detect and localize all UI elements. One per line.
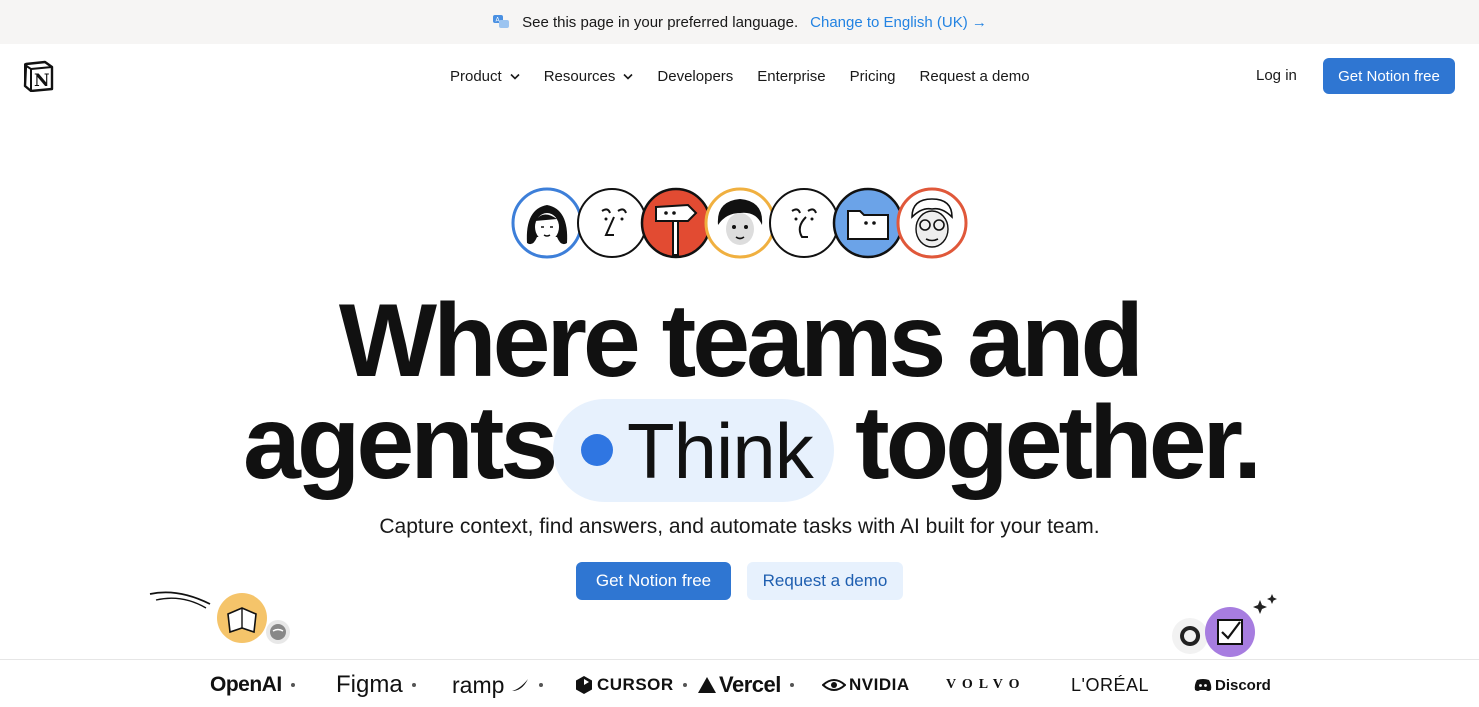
think-word: Think xyxy=(627,407,814,495)
nav-links: Product Resources Developers Enterprise … xyxy=(450,44,1030,108)
hero-subtitle: Capture context, find answers, and autom… xyxy=(379,515,1100,538)
vercel-triangle-icon xyxy=(698,677,716,693)
logo-vercel: Vercel xyxy=(697,672,794,698)
hero-headline-agents: agents xyxy=(243,385,558,501)
discord-mark-icon xyxy=(1194,679,1212,691)
notion-logo-icon[interactable]: N xyxy=(23,60,54,92)
avatar-line-face-icon xyxy=(577,188,647,258)
get-notion-free-button[interactable]: Get Notion free xyxy=(1323,58,1455,94)
nav-item-label: Product xyxy=(450,67,502,85)
cursor-mark-icon xyxy=(576,676,592,694)
change-language-link[interactable]: Change to English (UK) → xyxy=(810,14,987,31)
language-banner: A See this page in your preferred langua… xyxy=(0,0,1479,44)
think-dot-icon xyxy=(581,434,613,466)
avatar-glasses-man-icon xyxy=(896,187,968,259)
nav-item-label: Developers xyxy=(657,67,734,85)
logo-openai: OpenAI xyxy=(210,672,295,698)
task-check-sticker-icon xyxy=(1172,594,1277,657)
nav-item-label: Pricing xyxy=(849,67,896,85)
nav-item-developers[interactable]: Developers xyxy=(657,68,733,85)
logo-cursor: CURSOR xyxy=(574,672,687,698)
logo-ramp: ramp xyxy=(452,672,544,698)
book-sticker-icon xyxy=(149,591,290,644)
logo-volvo: VOLVO xyxy=(946,677,1026,692)
customer-logos: OpenAI Figma ramp CURSOR Vercel NVIDIA V… xyxy=(0,659,1479,707)
hero-cta-row: Get Notion free Request a demo xyxy=(576,562,903,600)
logo-figma: Figma xyxy=(336,671,416,698)
logo-discord: Discord xyxy=(1194,672,1271,698)
hero-headline-line1: Where teams and xyxy=(338,283,1144,399)
translate-icon: A xyxy=(493,15,510,28)
avatar-woman-icon xyxy=(511,187,583,259)
nav-item-product[interactable]: Product xyxy=(450,68,520,85)
chevron-down-icon xyxy=(510,73,520,80)
logo-nvidia: NVIDIA xyxy=(822,672,910,698)
nav-item-pricing[interactable]: Pricing xyxy=(850,68,896,85)
hero-headline-together: together. xyxy=(855,385,1262,501)
avatar-folder-icon xyxy=(832,187,904,259)
svg-text:N: N xyxy=(34,71,50,91)
nav-item-label: Enterprise xyxy=(757,67,826,85)
nav-item-label: Resources xyxy=(543,67,616,85)
chevron-down-icon xyxy=(623,73,633,80)
nvidia-eye-icon xyxy=(822,679,846,691)
think-pill: Think xyxy=(553,399,834,502)
login-link[interactable]: Log in xyxy=(1256,67,1297,84)
ramp-mark-icon xyxy=(512,679,529,691)
top-nav: N Product Resources Developers Enterpris… xyxy=(0,44,1479,108)
nav-item-label: Request a demo xyxy=(919,67,1030,85)
banner-message: See this page in your preferred language… xyxy=(522,13,799,31)
avatar-line-face-2-icon xyxy=(769,188,839,258)
logo-loreal: L'ORÉAL xyxy=(1071,674,1149,695)
hero-get-notion-free-button[interactable]: Get Notion free xyxy=(576,562,731,600)
nav-item-enterprise[interactable]: Enterprise xyxy=(757,68,825,85)
avatar-signpost-icon xyxy=(640,187,712,259)
nav-item-resources[interactable]: Resources xyxy=(544,68,634,85)
avatar-curly-hair-icon xyxy=(704,187,776,259)
hero-request-demo-button[interactable]: Request a demo xyxy=(747,562,903,600)
nav-item-request-demo[interactable]: Request a demo xyxy=(920,68,1030,85)
